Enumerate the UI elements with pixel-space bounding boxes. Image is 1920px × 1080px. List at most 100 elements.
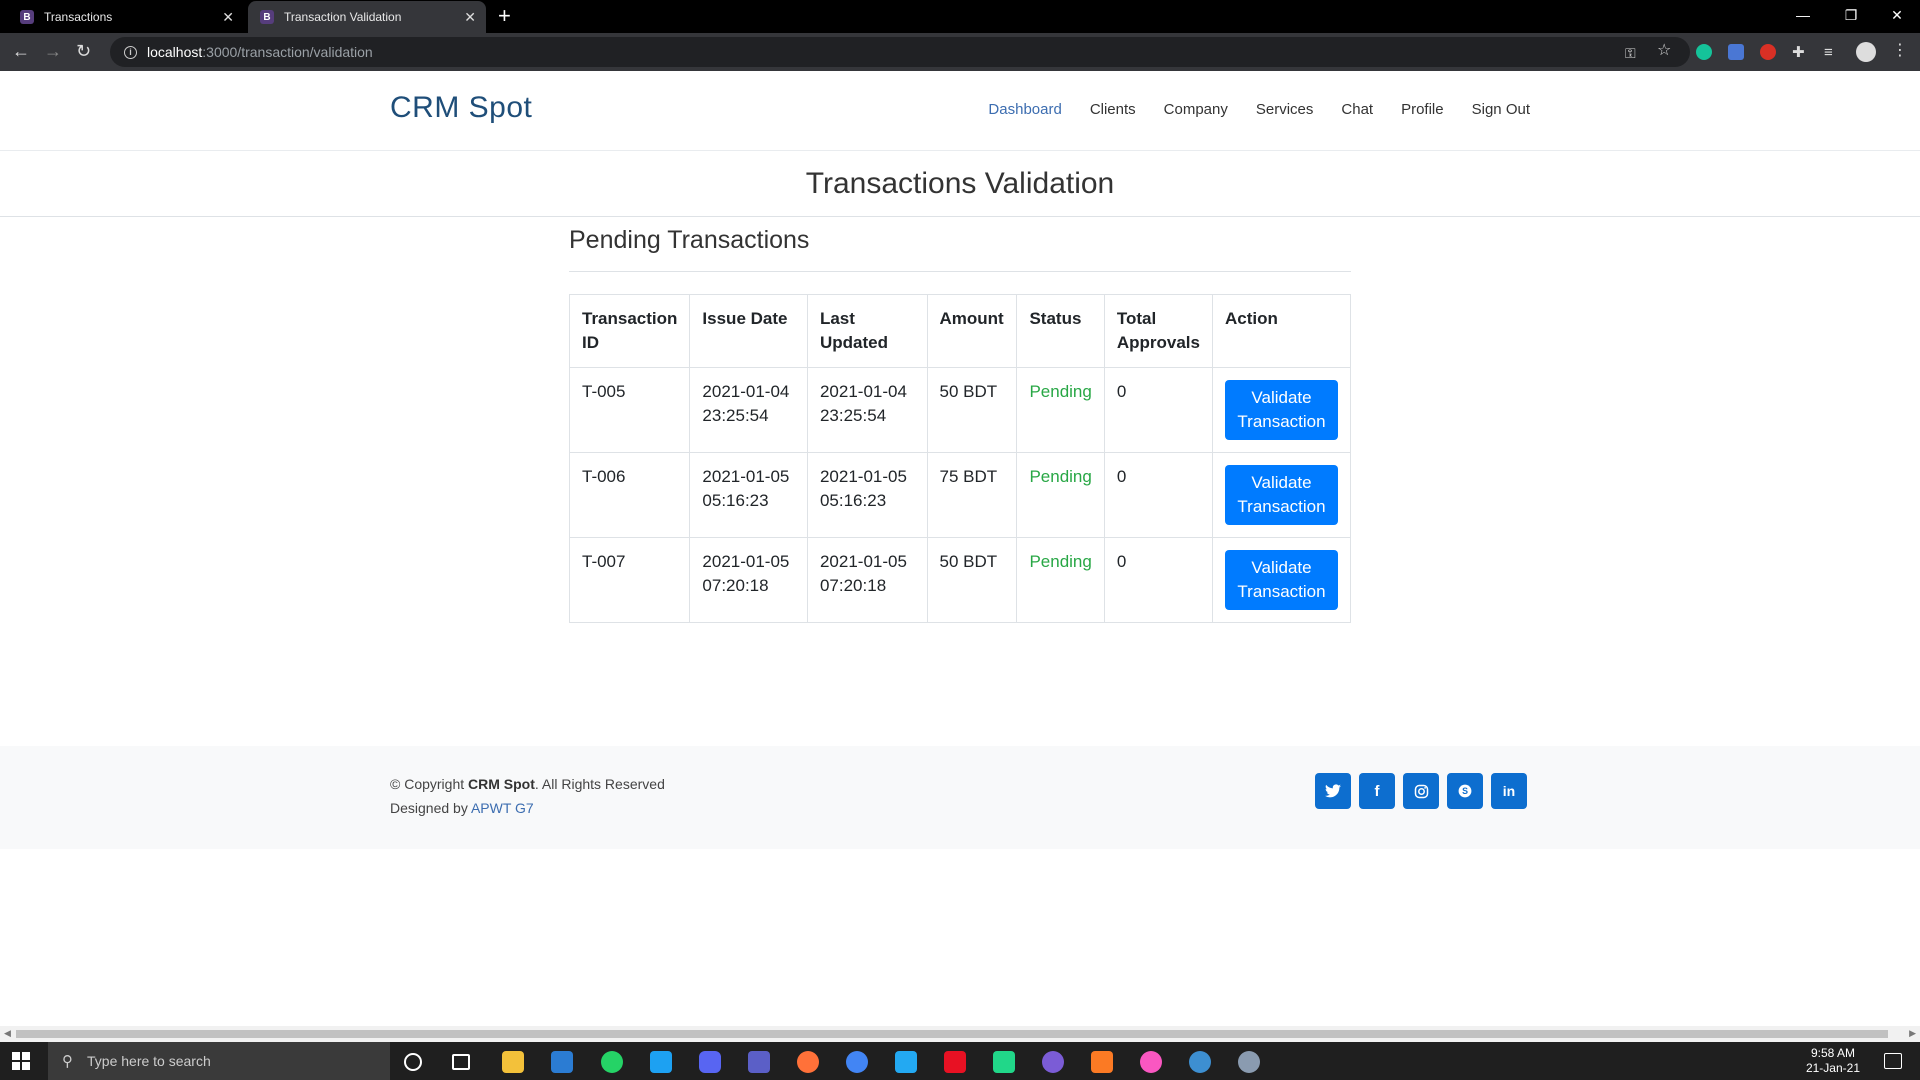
minimize-icon[interactable]: — <box>1780 0 1826 30</box>
nav-dashboard[interactable]: Dashboard <box>988 101 1061 118</box>
extension-red-icon[interactable] <box>1760 44 1776 60</box>
nav-clients[interactable]: Clients <box>1090 101 1136 118</box>
new-tab-icon[interactable]: + <box>498 4 511 28</box>
designer-link[interactable]: APWT G7 <box>471 800 534 816</box>
nav-chat[interactable]: Chat <box>1341 101 1373 118</box>
bookmark-star-icon[interactable]: ☆ <box>1657 41 1671 61</box>
reload-icon[interactable]: ↻ <box>76 41 91 61</box>
transactions-table: Transaction ID Issue Date Last Updated A… <box>568 294 1351 623</box>
taskbar-clock[interactable]: 9:58 AM 21-Jan-21 <box>1806 1046 1860 1076</box>
nav-sign-out[interactable]: Sign Out <box>1472 101 1530 118</box>
back-icon[interactable]: ← <box>12 41 30 61</box>
validate-transaction-button[interactable]: Validate Transaction <box>1225 465 1338 525</box>
pycharm-icon[interactable] <box>993 1051 1015 1073</box>
notifications-icon[interactable] <box>1884 1053 1902 1069</box>
grammarly-icon[interactable] <box>1696 44 1712 60</box>
site-brand[interactable]: CRM Spot <box>390 91 532 125</box>
validate-transaction-button[interactable]: Validate Transaction <box>1225 550 1338 610</box>
nav-services[interactable]: Services <box>1256 101 1314 118</box>
linkedin-icon[interactable]: in <box>1491 773 1527 809</box>
vscode-icon[interactable] <box>895 1051 917 1073</box>
nav-profile[interactable]: Profile <box>1401 101 1444 118</box>
search-icon: ⚲ <box>62 1053 73 1070</box>
copyright-company: CRM Spot <box>468 776 535 792</box>
header-amount: Amount <box>926 294 1018 368</box>
forward-icon[interactable]: → <box>44 41 62 61</box>
facebook-icon[interactable]: f <box>1359 773 1395 809</box>
cell-last-updated: 2021-01-05 05:16:23 <box>806 452 928 538</box>
bootstrap-favicon-icon: B <box>20 10 34 24</box>
page-title: Transactions Validation <box>805 167 1115 200</box>
translate-icon[interactable] <box>1728 44 1744 60</box>
key-icon[interactable]: ⚿ <box>1625 43 1636 63</box>
social-links: f S in <box>1315 773 1527 809</box>
page-title-bar: Transactions Validation <box>0 151 1920 217</box>
task-view-icon[interactable] <box>452 1054 470 1070</box>
app-gray-icon[interactable] <box>1238 1051 1260 1073</box>
validate-transaction-button[interactable]: Validate Transaction <box>1225 380 1338 440</box>
cell-action: Validate Transaction <box>1212 537 1351 623</box>
media-queue-icon[interactable]: ≡ <box>1824 43 1833 63</box>
section-title: Pending Transactions <box>569 226 1351 272</box>
issue-date: 2021-01-04 <box>702 382 790 401</box>
browser-tab-transaction-validation[interactable]: B Transaction Validation ✕ <box>248 1 486 33</box>
cell-transaction-id: T-007 <box>568 537 691 623</box>
browser-tab-transactions[interactable]: B Transactions ✕ <box>8 1 244 33</box>
table-row: T-006 2021-01-05 05:16:23 2021-01-05 05:16… <box>568 452 1351 538</box>
bootstrap-favicon-icon: B <box>260 10 274 24</box>
close-tab-icon[interactable]: ✕ <box>464 9 476 26</box>
updated-time: 07:20:18 <box>819 576 887 595</box>
twitter-icon[interactable] <box>1315 773 1351 809</box>
updated-date: 2021-01-05 <box>819 467 907 486</box>
scrollbar-thumb[interactable] <box>16 1030 1888 1038</box>
instagram-icon[interactable] <box>1403 773 1439 809</box>
xampp-icon[interactable] <box>1091 1051 1113 1073</box>
cell-amount: 50 BDT <box>926 537 1018 623</box>
table-row: T-005 2021-01-04 23:25:54 2021-01-04 23:25… <box>568 367 1351 453</box>
windows-start-icon[interactable] <box>12 1052 30 1070</box>
file-explorer-icon[interactable] <box>502 1051 524 1073</box>
extensions-puzzle-icon[interactable]: ✚ <box>1792 43 1805 63</box>
cortana-icon[interactable] <box>404 1053 422 1071</box>
close-tab-icon[interactable]: ✕ <box>222 9 234 26</box>
site-info-icon[interactable]: i <box>124 45 137 59</box>
nav-company[interactable]: Company <box>1164 101 1228 118</box>
discord-icon[interactable] <box>699 1051 721 1073</box>
profile-avatar-icon[interactable] <box>1856 42 1876 62</box>
close-window-icon[interactable]: ✕ <box>1874 0 1920 30</box>
cell-status: Pending <box>1016 452 1105 538</box>
cell-issue-date: 2021-01-04 23:25:54 <box>689 367 808 453</box>
issue-time: 05:16:23 <box>702 491 769 510</box>
page-content: CRM Spot Dashboard Clients Company Servi… <box>0 71 1920 1026</box>
scroll-left-icon[interactable]: ◀ <box>4 1028 11 1039</box>
scroll-right-icon[interactable]: ▶ <box>1909 1028 1916 1039</box>
clock-date: 21-Jan-21 <box>1805 1061 1860 1075</box>
horizontal-scrollbar[interactable]: ◀ ▶ <box>0 1026 1920 1042</box>
taskbar-search[interactable]: ⚲ Type here to search <box>48 1042 390 1080</box>
app-purple-icon[interactable] <box>1042 1051 1064 1073</box>
browser-menu-icon[interactable]: ⋮ <box>1892 41 1908 61</box>
restore-icon[interactable]: ❐ <box>1828 0 1874 30</box>
qbittorrent-icon[interactable] <box>1189 1051 1211 1073</box>
issue-time: 07:20:18 <box>702 576 769 595</box>
table-header-row: Transaction ID Issue Date Last Updated A… <box>568 294 1351 368</box>
teams-icon[interactable] <box>748 1051 770 1073</box>
skype-icon[interactable]: S <box>1447 773 1483 809</box>
cell-approvals: 0 <box>1103 452 1214 538</box>
twitter-app-icon[interactable] <box>650 1051 672 1073</box>
chrome-icon[interactable] <box>846 1051 868 1073</box>
store-icon[interactable] <box>944 1051 966 1073</box>
mail-icon[interactable] <box>551 1051 573 1073</box>
header-status: Status <box>1016 294 1105 368</box>
cell-transaction-id: T-006 <box>568 452 691 538</box>
cell-amount: 50 BDT <box>926 367 1018 453</box>
address-bar[interactable]: i localhost:3000/transaction/validation <box>110 37 1690 67</box>
updated-date: 2021-01-04 <box>819 382 907 401</box>
updated-time: 23:25:54 <box>819 406 887 425</box>
firefox-icon[interactable] <box>797 1051 819 1073</box>
svg-text:S: S <box>1462 786 1468 796</box>
itunes-icon[interactable] <box>1140 1051 1162 1073</box>
copyright-prefix: © Copyright <box>390 776 469 792</box>
whatsapp-icon[interactable] <box>601 1051 623 1073</box>
cell-status: Pending <box>1016 367 1105 453</box>
